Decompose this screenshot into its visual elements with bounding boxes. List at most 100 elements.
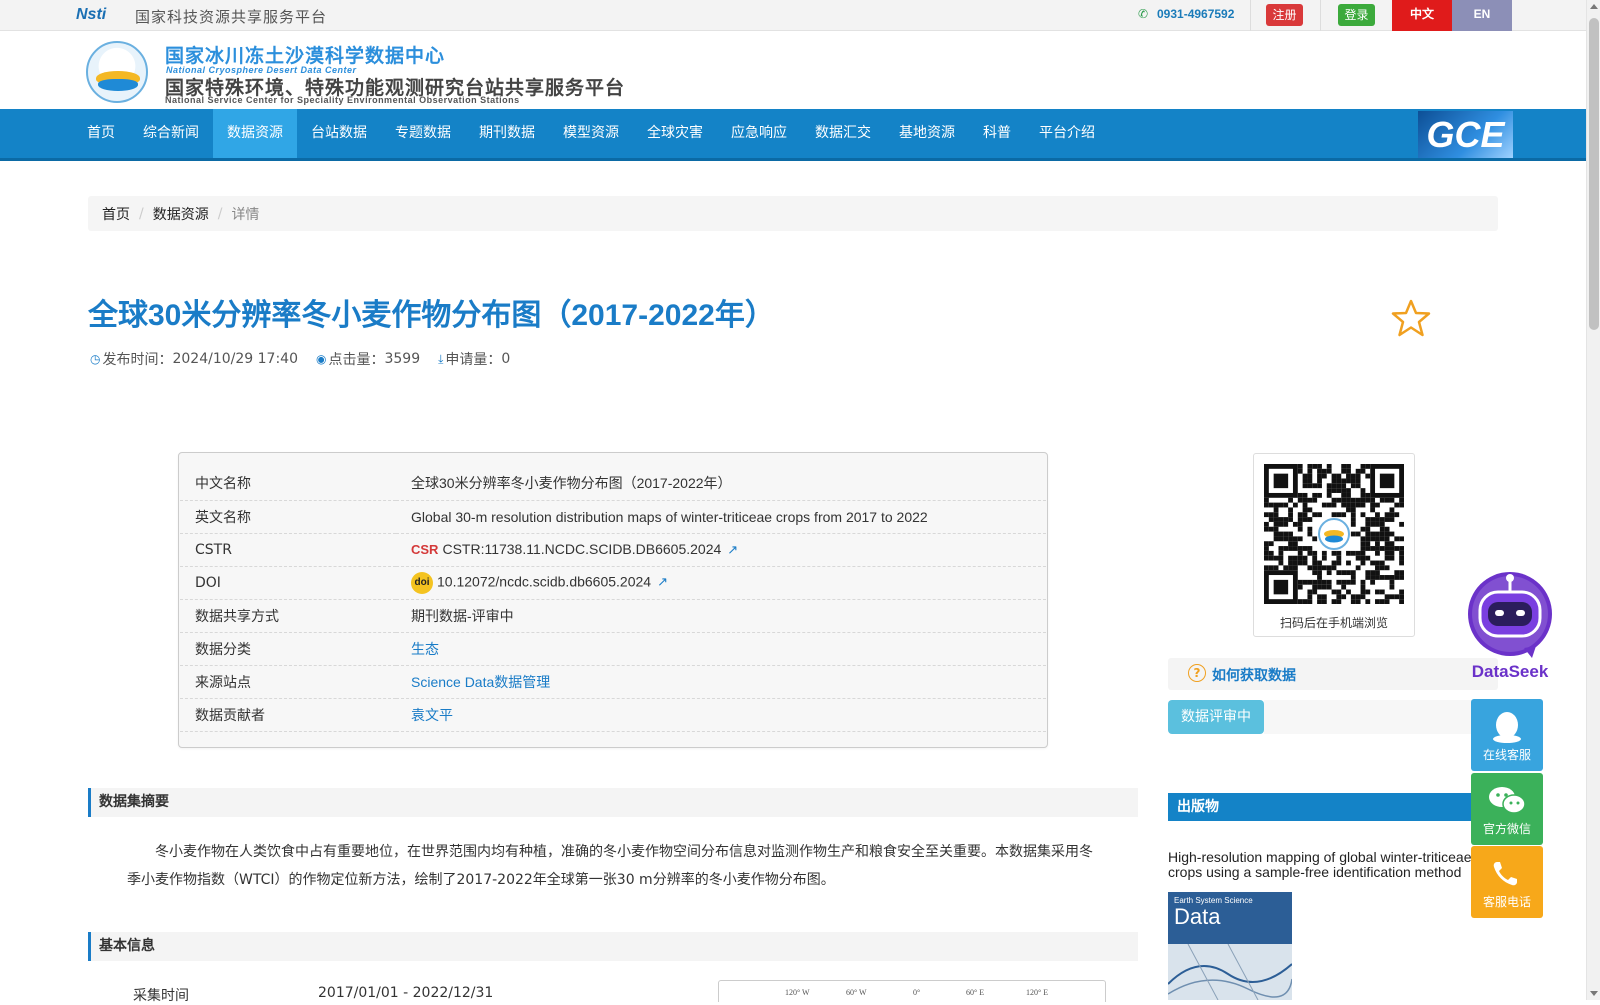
info-key: CSTR — [180, 533, 396, 567]
scroll-up-icon[interactable] — [1590, 4, 1598, 9]
table-row: 英文名称 Global 30-m resolution distribution… — [180, 500, 1046, 534]
publication-title-link[interactable]: High-resolution mapping of global winter… — [1168, 850, 1498, 880]
nav-item[interactable]: 应急响应 — [717, 109, 801, 158]
divider — [1250, 0, 1251, 31]
nav-item[interactable]: 模型资源 — [549, 109, 633, 158]
source-site-link[interactable]: Science Data数据管理 — [396, 665, 1046, 699]
data-review-button[interactable]: 数据评审中 — [1168, 700, 1264, 734]
info-key: 英文名称 — [180, 500, 396, 534]
platform-name[interactable]: 国家科技资源共享服务平台 — [135, 6, 327, 27]
online-service-button[interactable]: 在线客服 — [1471, 699, 1543, 771]
info-key: 数据贡献者 — [180, 698, 396, 732]
breadcrumb: 首页 / 数据资源 / 详情 — [88, 196, 1498, 231]
site-header: 国家冰川冻土沙漠科学数据中心 National Cryosphere Deser… — [0, 31, 1586, 109]
phone-service-button[interactable]: 客服电话 — [1471, 846, 1543, 918]
nav-item[interactable]: 台站数据 — [297, 109, 381, 158]
nav-item[interactable]: 首页 — [73, 109, 129, 158]
info-key: 数据共享方式 — [180, 599, 396, 633]
journal-cover-image[interactable]: Earth System Science Data — [1168, 892, 1292, 1000]
how-to-get-data[interactable]: ? 如何获取数据 — [1168, 658, 1498, 690]
scroll-down-icon[interactable] — [1590, 991, 1598, 996]
external-link-icon[interactable]: ↗ — [727, 542, 738, 557]
review-status-bar — [1264, 700, 1474, 734]
info-key: 数据分类 — [180, 632, 396, 666]
abstract-text: 冬小麦作物在人类饮食中占有重要地位，在世界范围内均有种植，准确的冬小麦作物空间分… — [127, 844, 1093, 888]
breadcrumb-divider: / — [139, 205, 144, 222]
publish-label: 发布时间： — [102, 352, 173, 368]
question-icon: ? — [1188, 664, 1206, 682]
online-service-label: 在线客服 — [1482, 748, 1531, 762]
basic-info-header: 基本信息 — [88, 932, 1138, 961]
breadcrumb-data-resources[interactable]: 数据资源 — [153, 204, 209, 224]
info-key: 来源站点 — [180, 665, 396, 699]
wechat-button[interactable]: 官方微信 — [1471, 773, 1543, 845]
table-row: 数据分类 生态 — [180, 632, 1046, 666]
gce-logo[interactable]: GCE — [1418, 111, 1513, 158]
nav-item[interactable]: 基地资源 — [885, 109, 969, 158]
dataseek-label: DataSeek — [1471, 662, 1549, 681]
top-bar: Nsti 国家科技资源共享服务平台 ✆ 0931-4967592 注册 登录 中… — [0, 0, 1586, 31]
contributor-link[interactable]: 袁文平 — [396, 698, 1046, 732]
abstract-header: 数据集摘要 — [88, 788, 1138, 817]
how-to-get-data-label: 如何获取数据 — [1212, 668, 1296, 684]
lang-en-button[interactable]: EN — [1452, 0, 1512, 31]
table-row: 中文名称 全球30米分辨率冬小麦作物分布图（2017-2022年） — [180, 467, 1046, 501]
clicks-count: 3599 — [384, 351, 421, 367]
map-tick: 120° E — [1026, 988, 1049, 997]
nav-item[interactable]: 数据资源 — [213, 109, 297, 158]
map-thumbnail[interactable]: 120° W 60° W 0° 60° E 120° E — [718, 980, 1106, 1002]
requests-label: 申请量： — [445, 352, 502, 368]
nav-item[interactable]: 平台介绍 — [1025, 109, 1109, 158]
site-title[interactable]: 国家冰川冻土沙漠科学数据中心 — [165, 41, 445, 68]
journal-cover-line2: Data — [1174, 904, 1221, 929]
data-center-logo[interactable] — [86, 41, 148, 103]
nav-item[interactable]: 科普 — [969, 109, 1025, 158]
lang-zh-button[interactable]: 中文 — [1392, 0, 1452, 31]
dataset-info-table: 中文名称 全球30米分辨率冬小麦作物分布图（2017-2022年） 英文名称 G… — [180, 467, 1046, 732]
nav-item[interactable]: 数据汇交 — [801, 109, 885, 158]
clock-icon: ◷ — [90, 352, 101, 366]
phone-service-label: 客服电话 — [1482, 895, 1531, 909]
page-title: 全球30米分辨率冬小麦作物分布图（2017-2022年） — [88, 299, 775, 332]
doi-value[interactable]: 10.12072/ncdc.scidb.db6605.2024 — [437, 573, 651, 589]
dataseek-assistant[interactable]: DataSeek — [1462, 570, 1558, 682]
telephone-icon — [1493, 862, 1517, 886]
nsti-logo-text: Nsti — [76, 6, 107, 23]
qq-icon — [1493, 712, 1521, 743]
publications-header: 出版物 — [1168, 793, 1498, 821]
login-button[interactable]: 登录 — [1338, 4, 1375, 26]
phone-number: 0931-4967592 — [1157, 7, 1235, 21]
table-row: DOI doi 10.12072/ncdc.scidb.db6605.2024 ↗ — [180, 566, 1046, 600]
page-scrollbar[interactable] — [1586, 0, 1600, 1000]
collect-time-value: 2017/01/01 - 2022/12/31 — [318, 985, 494, 1001]
breadcrumb-home[interactable]: 首页 — [102, 204, 130, 224]
register-button[interactable]: 注册 — [1266, 4, 1303, 26]
nav-item[interactable]: 期刊数据 — [465, 109, 549, 158]
publish-time: 2024/10/29 17:40 — [172, 351, 298, 367]
info-key: DOI — [180, 566, 396, 600]
table-row: 来源站点 Science Data数据管理 — [180, 665, 1046, 699]
category-link[interactable]: 生态 — [396, 632, 1046, 666]
external-link-icon[interactable]: ↗ — [657, 574, 668, 589]
qr-caption: 扫码后在手机端浏览 — [1279, 616, 1388, 630]
site-subtitle-en: National Service Center for Speciality E… — [165, 95, 520, 105]
dataset-info-box: 中文名称 全球30米分辨率冬小麦作物分布图（2017-2022年） 英文名称 G… — [178, 452, 1048, 748]
scrollbar-thumb[interactable] — [1589, 18, 1599, 330]
eye-icon: ◉ — [315, 352, 327, 366]
favorite-star-icon[interactable] — [1391, 298, 1431, 338]
divider — [1320, 0, 1321, 31]
map-tick: 120° W — [785, 988, 810, 997]
nav-item[interactable]: 综合新闻 — [129, 109, 213, 158]
wechat-label: 官方微信 — [1482, 822, 1531, 836]
map-tick: 0° — [913, 988, 921, 997]
nsti-logo[interactable]: Nsti — [76, 4, 106, 26]
nav-item[interactable]: 全球灾害 — [633, 109, 717, 158]
collect-time-label: 采集时间 — [133, 988, 189, 1004]
clicks-label: 点击量： — [328, 352, 385, 368]
info-value: 期刊数据-评审中 — [396, 599, 1046, 633]
nav-item[interactable]: 专题数据 — [381, 109, 465, 158]
requests-count: 0 — [501, 351, 511, 367]
table-row: CSTR CSR CSTR:11738.11.NCDC.SCIDB.DB6605.… — [180, 533, 1046, 567]
cstr-value[interactable]: CSTR:11738.11.NCDC.SCIDB.DB6605.2024 — [442, 541, 721, 557]
dataset-meta: ◷ 发布时间： 2024/10/29 17:40 ◉ 点击量： 3599 ⤓ 申… — [90, 349, 528, 369]
